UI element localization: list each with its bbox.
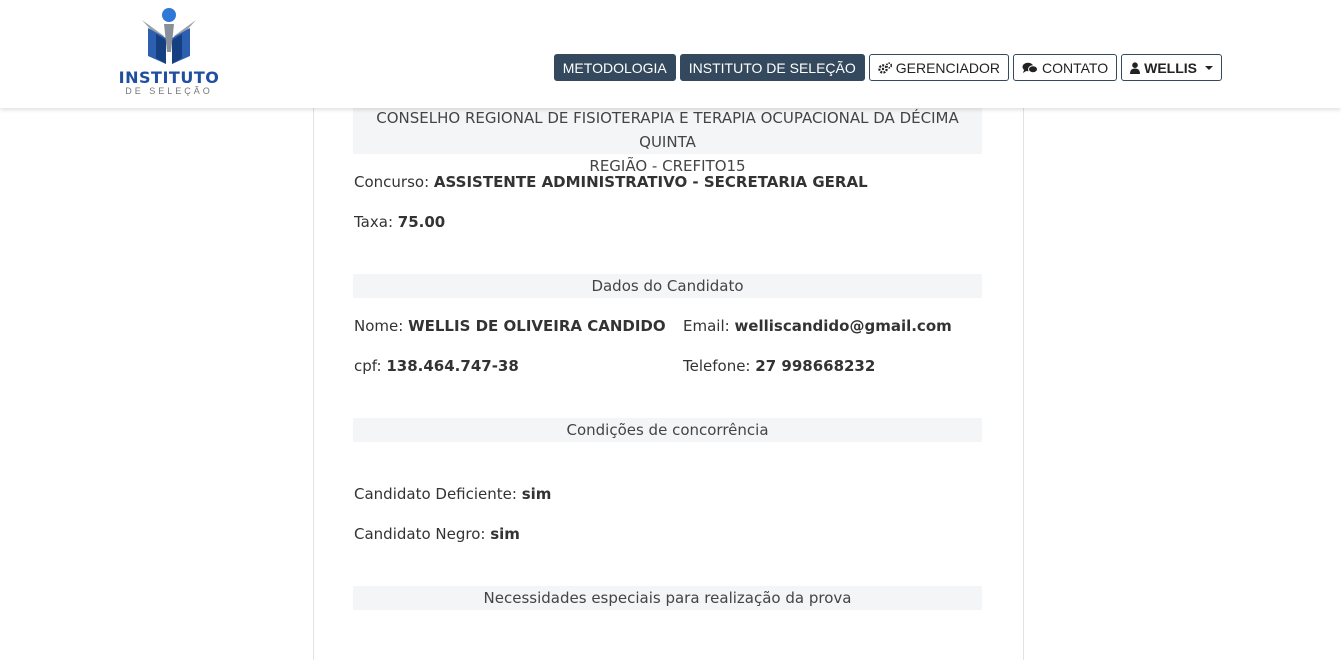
cpf-value: 138.464.747-38 — [386, 357, 519, 375]
telefone-value: 27 998668232 — [755, 357, 876, 375]
nome-label: Nome: — [354, 317, 404, 335]
negro-label: Candidato Negro: — [354, 525, 486, 543]
user-name-label: WELLIS — [1144, 59, 1197, 76]
organization-header: CONSELHO REGIONAL DE FISIOTERAPIA E TERA… — [353, 106, 982, 175]
deficiente-row: Candidato Deficiente: sim — [354, 485, 551, 503]
taxa-value: 75.00 — [397, 213, 446, 231]
nav-metodologia-label: METODOLOGIA — [562, 59, 667, 76]
top-navbar: INSTITUTO DE SELEÇÃO METODOLOGIA INSTITU… — [0, 0, 1341, 108]
section-header-candidato: Dados do Candidato — [353, 274, 982, 298]
main-nav: METODOLOGIA INSTITUTO DE SELEÇÃO GERENCI… — [553, 54, 1222, 81]
logo-title: INSTITUTO — [118, 68, 220, 87]
telefone-label: Telefone: — [683, 357, 751, 375]
deficiente-label: Candidato Deficiente: — [354, 485, 517, 503]
section-header-necessidades: Necessidades especiais para realização d… — [353, 586, 982, 610]
cpf-label: cpf: — [354, 357, 382, 375]
taxa-row: Taxa: 75.00 — [354, 213, 445, 231]
deficiente-value: sim — [521, 485, 552, 503]
nav-gerenciador-label: GERENCIADOR — [895, 59, 1000, 76]
nome-value: WELLIS DE OLIVEIRA CANDIDO — [408, 317, 666, 335]
user-icon — [1130, 61, 1141, 74]
nav-contato-label: CONTATO — [1041, 59, 1109, 76]
concurso-value: ASSISTENTE ADMINISTRATIVO - SECRETARIA G… — [433, 173, 868, 191]
organization-line-1: CONSELHO REGIONAL DE FISIOTERAPIA E TERA… — [376, 109, 959, 151]
nav-contato-button[interactable]: CONTATO — [1012, 54, 1118, 81]
gears-icon — [878, 61, 892, 74]
logo-emblem-icon — [142, 8, 196, 64]
negro-value: sim — [490, 525, 520, 543]
nav-instituto-label: INSTITUTO DE SELEÇÃO — [688, 59, 856, 76]
concurso-row: Concurso: ASSISTENTE ADMINISTRATIVO - SE… — [354, 173, 868, 191]
caret-down-icon — [1205, 65, 1213, 70]
email-label: Email: — [683, 317, 730, 335]
email-row: Email: welliscandido@gmail.com — [683, 317, 952, 335]
telefone-row: Telefone: 27 998668232 — [683, 357, 875, 375]
section-header-condicoes: Condições de concorrência — [353, 418, 982, 442]
negro-row: Candidato Negro: sim — [354, 525, 520, 543]
nav-instituto-button[interactable]: INSTITUTO DE SELEÇÃO — [679, 54, 865, 81]
chat-bubbles-icon — [1022, 62, 1038, 74]
user-menu-dropdown[interactable]: WELLIS — [1121, 54, 1222, 81]
nav-metodologia-button[interactable]: METODOLOGIA — [553, 54, 676, 81]
taxa-label: Taxa: — [354, 213, 393, 231]
email-value: welliscandido@gmail.com — [734, 317, 952, 335]
brand-logo[interactable]: INSTITUTO DE SELEÇÃO — [108, 6, 230, 100]
cpf-row: cpf: 138.464.747-38 — [354, 357, 519, 375]
logo-subtitle: DE SELEÇÃO — [125, 86, 213, 96]
concurso-label: Concurso: — [354, 173, 430, 191]
nome-row: Nome: WELLIS DE OLIVEIRA CANDIDO — [354, 317, 666, 335]
nav-gerenciador-button[interactable]: GERENCIADOR — [868, 54, 1009, 81]
